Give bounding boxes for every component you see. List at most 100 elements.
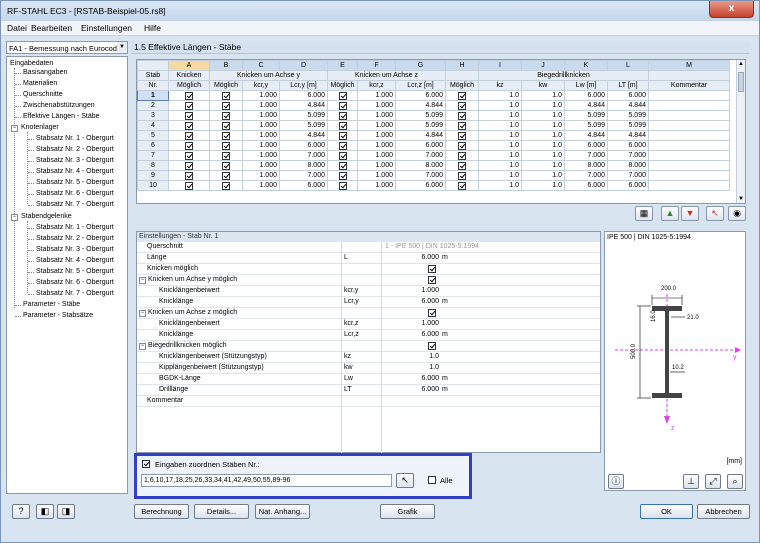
settings-checkbox[interactable] (428, 309, 436, 317)
grid-cell[interactable] (445, 100, 479, 111)
settings-row[interactable]: − Knicken um Achse z möglich (137, 308, 600, 319)
select-icon[interactable]: ↖ (706, 206, 724, 221)
grid-cell[interactable]: 1.0 (478, 160, 522, 171)
tree-knotenlager[interactable]: Knotenlager (21, 123, 59, 132)
grid-cell[interactable]: 1.0 (478, 130, 522, 141)
possible-checkbox[interactable] (458, 131, 466, 140)
row-number[interactable]: 1 (137, 90, 169, 101)
grid-cell[interactable] (327, 160, 358, 171)
possible-checkbox[interactable] (338, 121, 347, 130)
grid-cell[interactable]: 5.099 (564, 120, 608, 131)
col-letter[interactable]: M (648, 60, 730, 71)
possible-checkbox[interactable] (222, 161, 230, 170)
grid-cell[interactable]: 7.000 (607, 170, 649, 181)
grid-cell[interactable]: 1.000 (242, 150, 280, 161)
possible-checkbox[interactable] (222, 151, 230, 160)
settings-value[interactable]: 6.000 (381, 254, 441, 264)
settings-value[interactable]: 6.000 (381, 298, 441, 308)
grid-cell[interactable] (648, 120, 730, 131)
col-letter[interactable]: F (357, 60, 396, 71)
grid-cell[interactable]: 7.000 (395, 150, 446, 161)
settings-row[interactable]: Knicklänge Lcr,z 6.000 m (137, 330, 600, 341)
grid-cell[interactable] (648, 110, 730, 121)
grid-cell[interactable] (648, 130, 730, 141)
settings-row[interactable]: − Knicken um Achse y möglich (137, 275, 600, 286)
grid-cell[interactable]: 1.0 (478, 180, 522, 191)
grid-cell[interactable] (327, 120, 358, 131)
tree-item[interactable]: Stabsatz Nr. 7 - Obergurt (36, 289, 114, 298)
settings-checkbox[interactable] (428, 342, 436, 350)
grid-cell[interactable]: 1.0 (478, 140, 522, 151)
grid-cell[interactable]: 6.000 (395, 140, 446, 151)
possible-checkbox[interactable] (222, 91, 230, 100)
grid-cell[interactable]: 6.000 (564, 180, 608, 191)
grid-cell[interactable] (168, 90, 210, 101)
table-row[interactable]: 10 1.000 6.000 1.000 6.000 1.0 1.0 6.000 6.000 (137, 180, 730, 191)
grid-cell[interactable] (327, 110, 358, 121)
grid-cell[interactable]: 5.099 (607, 120, 649, 131)
possible-checkbox[interactable] (185, 121, 193, 130)
grid-cell[interactable]: 1.0 (478, 150, 522, 161)
grid-cell[interactable]: 7.000 (279, 150, 328, 161)
menu-bearbeiten[interactable]: Bearbeiten (31, 23, 72, 33)
tree-item[interactable]: Querschnitte (23, 90, 63, 99)
grid-cell[interactable] (445, 150, 479, 161)
grid-cell[interactable] (168, 120, 210, 131)
chevron-down-icon[interactable]: ▼ (117, 42, 127, 53)
grid-cell[interactable] (445, 170, 479, 181)
settings-value[interactable]: 1.000 (381, 320, 441, 330)
grid-cell[interactable]: 1.0 (478, 110, 522, 121)
possible-checkbox[interactable] (222, 131, 230, 140)
grid-cell[interactable]: 1.0 (521, 130, 565, 141)
possible-checkbox[interactable] (458, 181, 466, 190)
grid-cell[interactable]: 1.0 (521, 110, 565, 121)
grid-cell[interactable] (209, 160, 243, 171)
grid-cell[interactable] (327, 100, 358, 111)
member-numbers-input[interactable]: 1,6,10,17,18,25,26,33,34,41,42,49,50,55,… (141, 474, 392, 487)
grid-cell[interactable]: 1.0 (521, 150, 565, 161)
collapse-icon[interactable]: − (139, 277, 146, 284)
possible-checkbox[interactable] (458, 151, 466, 160)
possible-checkbox[interactable] (338, 141, 347, 150)
possible-checkbox[interactable] (338, 101, 347, 110)
tree-item[interactable]: Materialien (23, 79, 57, 88)
grid-cell[interactable]: 1.000 (242, 180, 280, 191)
grid-cell[interactable]: 4.844 (279, 100, 328, 111)
grid-cell[interactable]: 6.000 (564, 90, 608, 101)
possible-checkbox[interactable] (222, 121, 230, 130)
grid-cell[interactable]: 1.0 (521, 90, 565, 101)
grid-cell[interactable]: 1.0 (478, 100, 522, 111)
grid-cell[interactable]: 1.0 (478, 120, 522, 131)
next-icon[interactable]: ◨ (57, 504, 75, 519)
grid-cell[interactable] (327, 180, 358, 191)
berechnung-button[interactable]: Berechnung (134, 504, 189, 519)
row-number[interactable]: 9 (137, 170, 169, 181)
grid-cell[interactable]: 4.844 (279, 130, 328, 141)
case-select[interactable]: FA1 - Bemessung nach Eurocod ▼ (6, 41, 128, 54)
grid-cell[interactable] (209, 90, 243, 101)
info-icon[interactable]: ⓘ (608, 474, 624, 489)
grid-cell[interactable] (648, 170, 730, 181)
grid-cell[interactable] (327, 140, 358, 151)
grid-cell[interactable] (168, 140, 210, 151)
tree-item[interactable]: Stabsatz Nr. 3 - Obergurt (36, 245, 114, 254)
grid-cell[interactable]: 6.000 (564, 140, 608, 151)
grid-cell[interactable] (168, 180, 210, 191)
possible-checkbox[interactable] (185, 181, 193, 190)
dimension-icon[interactable]: ⊥ (683, 474, 699, 489)
grid-cell[interactable]: 1.000 (357, 90, 396, 101)
grid-cell[interactable]: 6.000 (279, 140, 328, 151)
grid-cell[interactable]: 4.844 (607, 100, 649, 111)
tree-item[interactable]: Stabsatz Nr. 1 - Obergurt (36, 134, 114, 143)
grid-cell[interactable] (209, 140, 243, 151)
tree-item[interactable]: Stabsatz Nr. 4 - Obergurt (36, 256, 114, 265)
grid-cell[interactable]: 7.000 (607, 150, 649, 161)
grid-cell[interactable] (648, 180, 730, 191)
possible-checkbox[interactable] (338, 171, 347, 180)
collapse-icon[interactable]: − (139, 310, 146, 317)
tree-item[interactable]: Stabsatz Nr. 5 - Obergurt (36, 178, 114, 187)
grid-cell[interactable]: 5.099 (564, 110, 608, 121)
grid-cell[interactable]: 1.0 (521, 120, 565, 131)
grid-cell[interactable]: 1.000 (357, 130, 396, 141)
grid-cell[interactable] (445, 90, 479, 101)
